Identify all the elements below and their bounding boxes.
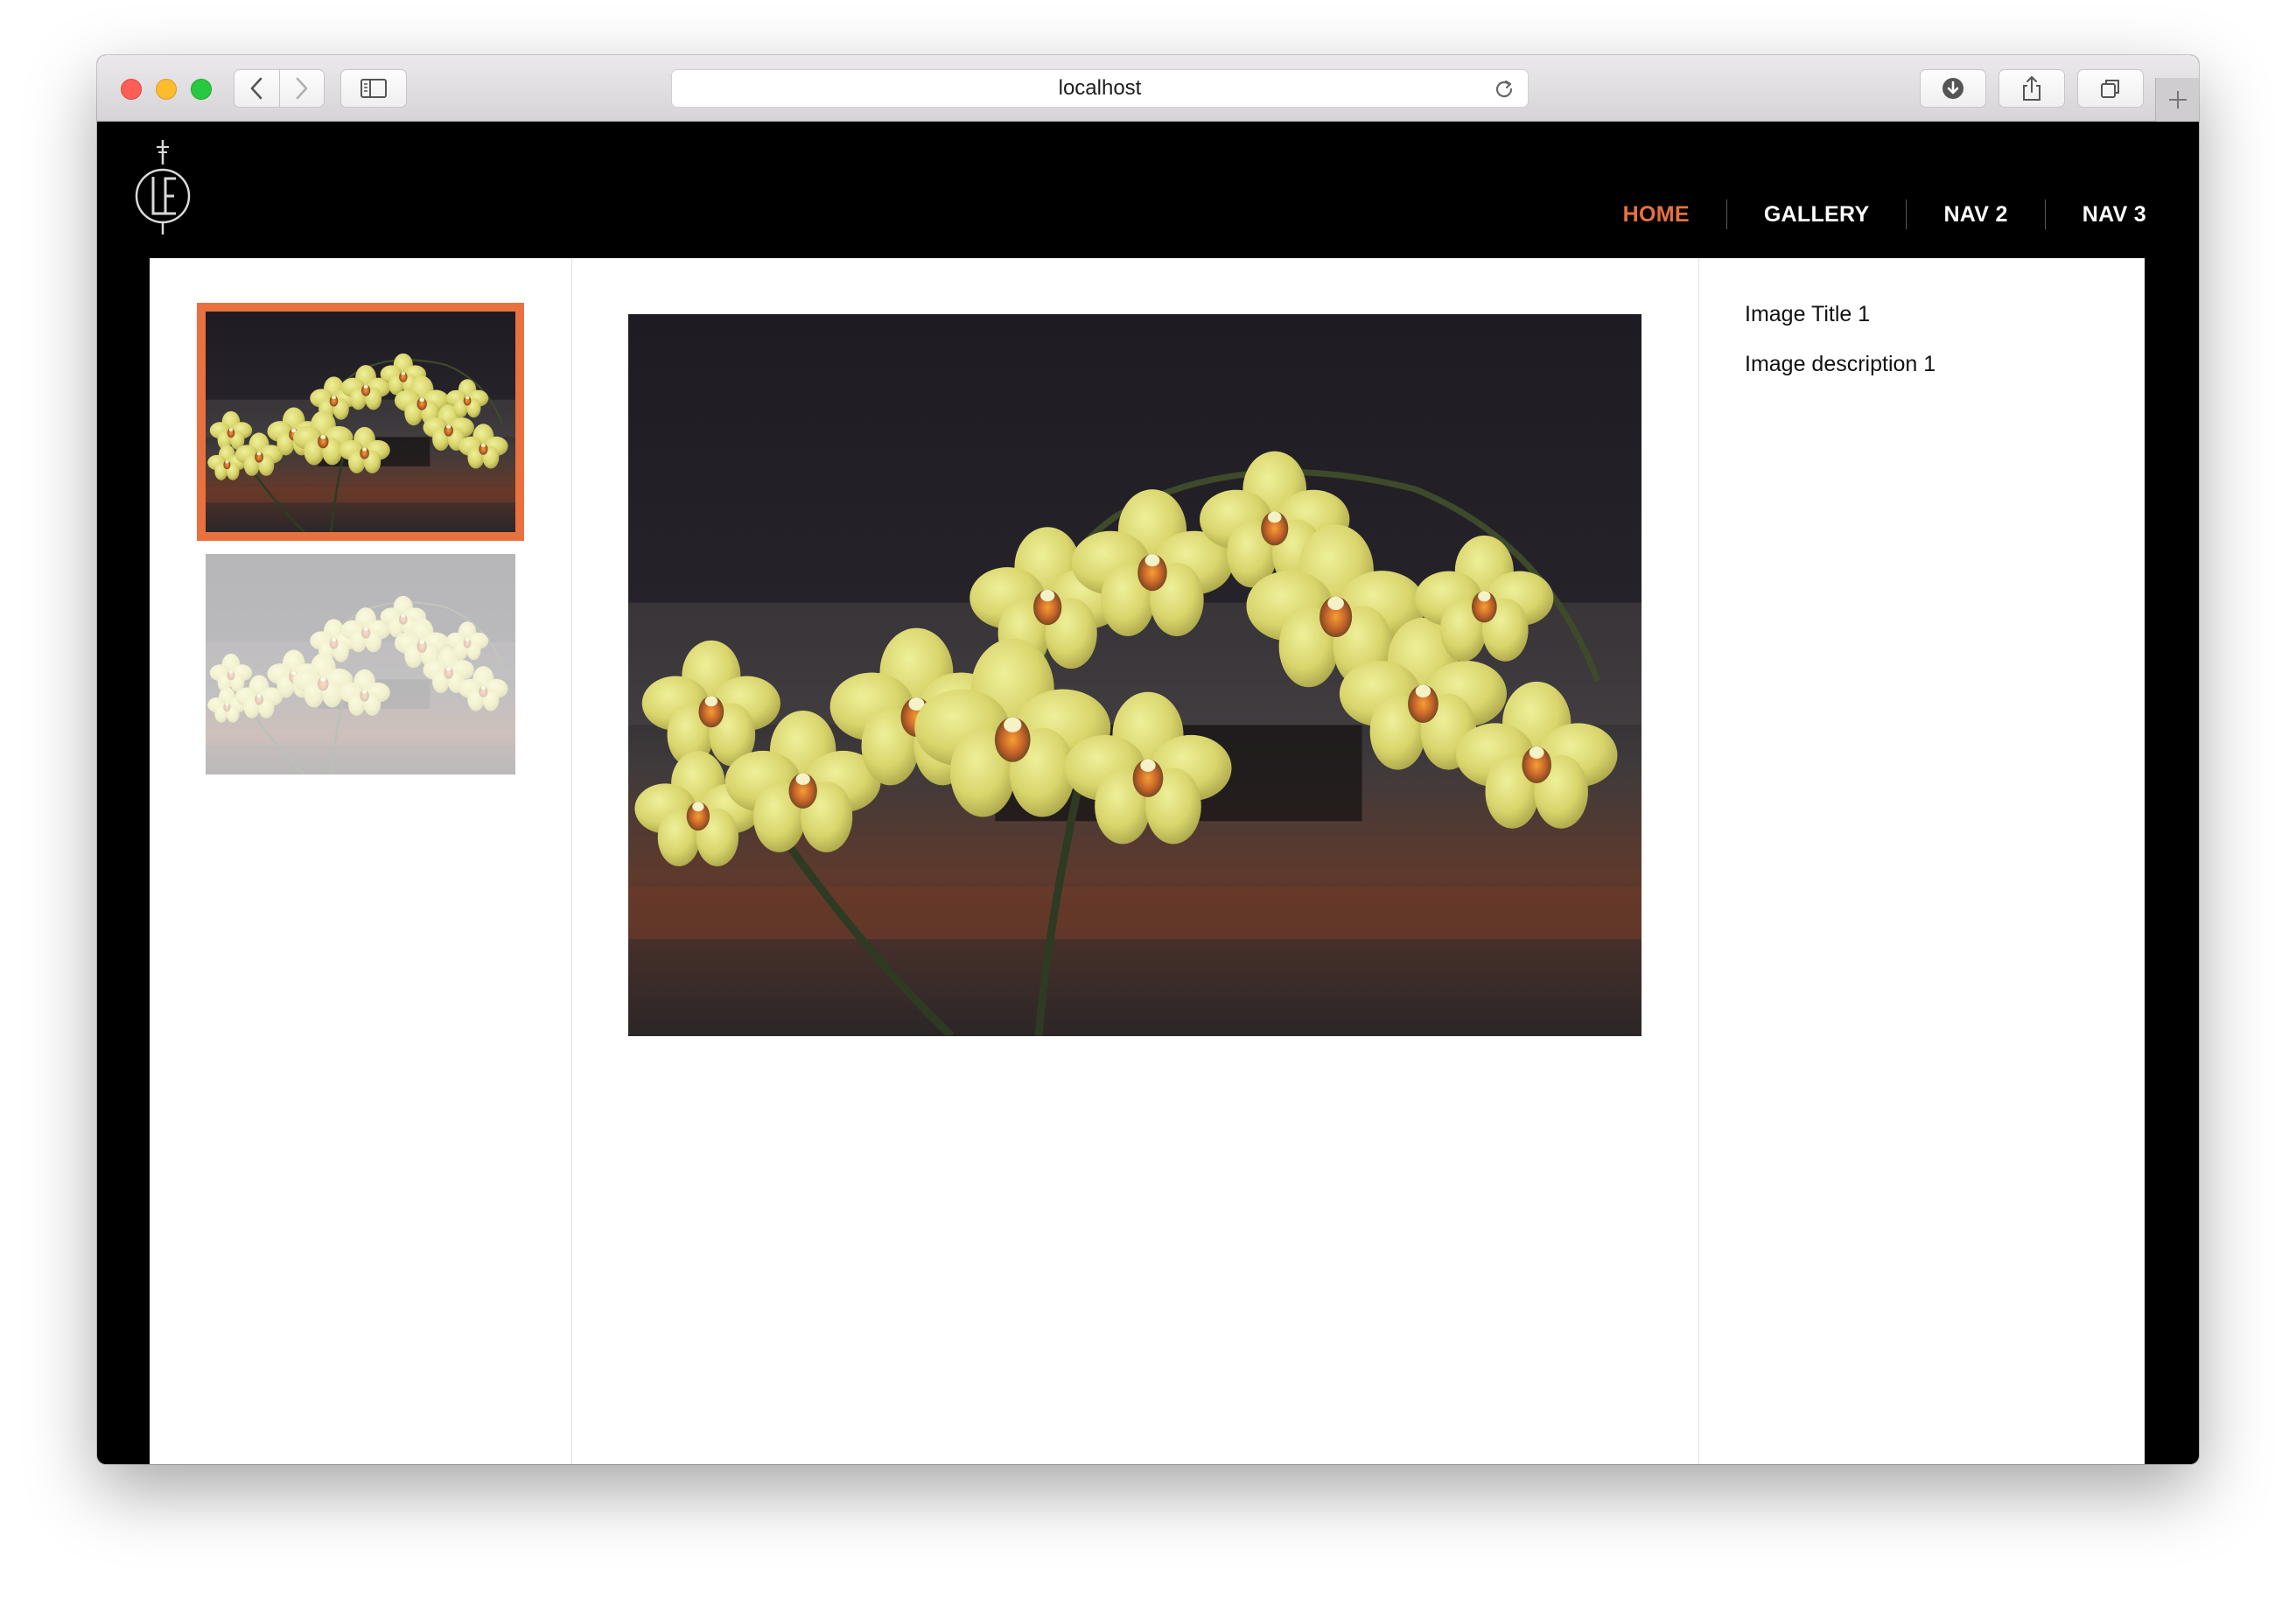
browser-window: localhost HOME GALLERY NAV 2 NAV 3 Image… (97, 55, 2199, 1464)
site-header: HOME GALLERY NAV 2 NAV 3 (97, 123, 2199, 258)
main-image-column (572, 258, 1699, 1464)
chevron-right-icon (296, 77, 308, 100)
browser-toolbar: localhost (97, 55, 2199, 122)
downloads-button[interactable] (1920, 69, 1986, 108)
nav-home[interactable]: HOME (1586, 200, 1726, 229)
main-navigation: HOME GALLERY NAV 2 NAV 3 (1586, 200, 2146, 229)
nav-3[interactable]: NAV 3 (2044, 200, 2146, 229)
share-button[interactable] (1998, 69, 2065, 108)
image-description: Image description 1 (1745, 352, 1936, 376)
close-window-button[interactable] (121, 79, 142, 100)
reload-icon[interactable] (1493, 78, 1516, 101)
thumbnail-dim-overlay (206, 554, 515, 774)
orchid-main-image (628, 314, 1642, 1036)
zoom-window-button[interactable] (191, 79, 212, 100)
plus-icon (2168, 91, 2187, 109)
thumbnail-1-selected[interactable] (197, 303, 524, 541)
forward-button[interactable] (278, 70, 324, 107)
new-tab-button[interactable] (2155, 78, 2199, 122)
main-image (628, 314, 1642, 1036)
gallery-panel: Image Title 1 Image description 1 (150, 258, 2145, 1464)
address-bar[interactable]: localhost (671, 69, 1529, 108)
sidebar-icon (360, 79, 387, 98)
orchid-thumbnail-image (206, 312, 515, 532)
tabs-overview-icon (2101, 80, 2119, 98)
nav-2[interactable]: NAV 2 (1906, 200, 2044, 229)
url-text: localhost (1058, 76, 1142, 100)
back-button[interactable] (234, 70, 279, 107)
chevron-left-icon (251, 77, 262, 100)
thumbnail-2[interactable] (206, 554, 515, 774)
tab-overview-button[interactable] (2077, 69, 2144, 108)
image-info-column: Image Title 1 Image description 1 (1699, 258, 2145, 1464)
history-nav-group (234, 69, 325, 108)
thumbnail-column (150, 258, 572, 1464)
image-title: Image Title 1 (1745, 302, 1871, 326)
sidebar-toggle-button[interactable] (340, 69, 407, 108)
download-icon (1942, 78, 1964, 99)
share-icon (2023, 76, 2040, 101)
logo-icon[interactable] (132, 138, 193, 236)
nav-gallery[interactable]: GALLERY (1726, 200, 1907, 229)
minimize-window-button[interactable] (156, 79, 177, 100)
